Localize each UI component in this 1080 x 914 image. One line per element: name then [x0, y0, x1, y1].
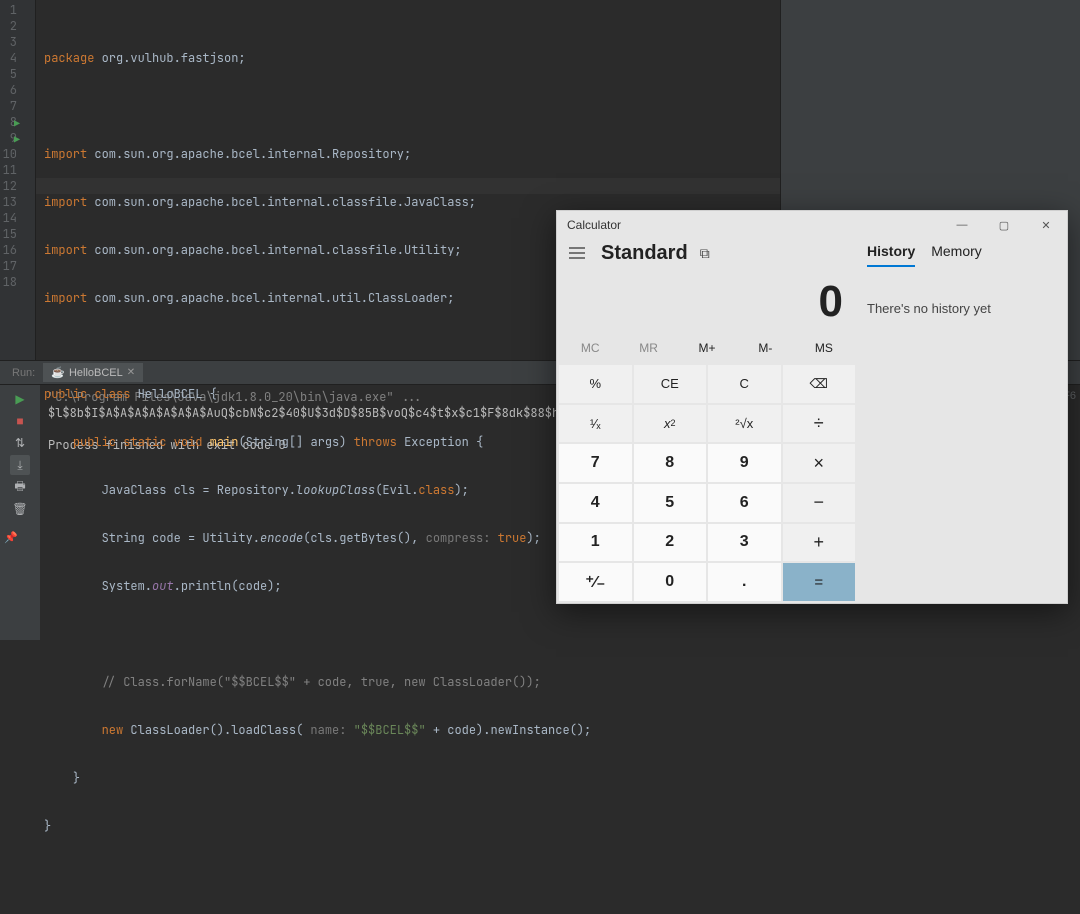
scroll-button[interactable]: ⤓ — [10, 455, 30, 475]
gutter: ▶ ▶ 1 2 3 4 5 6 7 8 9 10 11 12 13 14 15 … — [0, 0, 36, 360]
digit-1[interactable]: 1 — [559, 524, 632, 562]
run-sidebar: ▶ ■ ⇅ ⤓ 🖶 🗑 — [0, 385, 40, 640]
line-number: 6 — [0, 82, 35, 98]
digit-4[interactable]: 4 — [559, 484, 632, 522]
square-button[interactable]: x2 — [634, 405, 707, 443]
digit-9[interactable]: 9 — [708, 444, 781, 482]
pin-icon[interactable]: 📌 — [4, 531, 18, 544]
memory-tab[interactable]: Memory — [931, 243, 982, 267]
run-label: Run: — [4, 367, 43, 379]
line-number: 2 — [0, 18, 35, 34]
line-number: 5 — [0, 66, 35, 82]
keep-on-top-icon[interactable]: ⧉ — [700, 245, 710, 262]
ce-button[interactable]: CE — [634, 365, 707, 403]
run-gutter-icon[interactable]: ▶ — [14, 132, 20, 148]
line-number: 7 — [0, 98, 35, 114]
minimize-button[interactable]: — — [941, 211, 983, 239]
digit-7[interactable]: 7 — [559, 444, 632, 482]
calc-titlebar[interactable]: Calculator — ▢ ✕ — [557, 211, 1067, 239]
negate-button[interactable]: ⁺⁄₋ — [559, 563, 632, 601]
calculator-window: Calculator — ▢ ✕ Standard ⧉ 0 MC MR M+ M… — [556, 210, 1068, 604]
line-number: 11 — [0, 162, 35, 178]
line-number: 13 — [0, 194, 35, 210]
divide-button[interactable]: ÷ — [783, 405, 856, 443]
calc-mode-label: Standard — [601, 242, 688, 265]
line-number: 14 — [0, 210, 35, 226]
mplus-button[interactable]: M+ — [678, 337, 736, 359]
keypad: % CE C ⌫ ¹⁄ₓ x2 ²√x ÷ 7 8 9 × 4 5 6 − 1 … — [557, 365, 857, 603]
history-empty-label: There's no history yet — [867, 271, 1057, 316]
calc-display: 0 — [557, 271, 857, 337]
digit-3[interactable]: 3 — [708, 524, 781, 562]
mr-button[interactable]: MR — [619, 337, 677, 359]
memory-row: MC MR M+ M- MS — [557, 337, 857, 365]
line-number: 12 — [0, 178, 35, 194]
reciprocal-button[interactable]: ¹⁄ₓ — [559, 405, 632, 443]
layout-button[interactable]: ⇅ — [10, 433, 30, 453]
add-button[interactable]: + — [783, 524, 856, 562]
digit-8[interactable]: 8 — [634, 444, 707, 482]
backspace-button[interactable]: ⌫ — [783, 365, 856, 403]
digit-0[interactable]: 0 — [634, 563, 707, 601]
line-number: 17 — [0, 258, 35, 274]
maximize-button[interactable]: ▢ — [983, 211, 1025, 239]
ms-button[interactable]: MS — [795, 337, 853, 359]
digit-2[interactable]: 2 — [634, 524, 707, 562]
decimal-button[interactable]: . — [708, 563, 781, 601]
line-number: 15 — [0, 226, 35, 242]
digit-6[interactable]: 6 — [708, 484, 781, 522]
line-number: 18 — [0, 274, 35, 290]
print-button[interactable]: 🖶 — [10, 477, 30, 497]
line-number: 1 — [0, 2, 35, 18]
line-number: 16 — [0, 242, 35, 258]
line-number: 10 — [0, 146, 35, 162]
multiply-button[interactable]: × — [783, 444, 856, 482]
close-button[interactable]: ✕ — [1025, 211, 1067, 239]
rerun-button[interactable]: ▶ — [10, 389, 30, 409]
digit-5[interactable]: 5 — [634, 484, 707, 522]
line-number: 3 — [0, 34, 35, 50]
line-number: 4 — [0, 50, 35, 66]
calc-title: Calculator — [567, 218, 621, 232]
mc-button[interactable]: MC — [561, 337, 619, 359]
history-tab[interactable]: History — [867, 243, 915, 267]
subtract-button[interactable]: − — [783, 484, 856, 522]
hamburger-icon[interactable] — [565, 241, 589, 265]
run-gutter-icon[interactable]: ▶ — [14, 116, 20, 132]
stop-button[interactable]: ■ — [10, 411, 30, 431]
trash-button[interactable]: 🗑 — [10, 499, 30, 519]
equals-button[interactable]: = — [783, 563, 856, 601]
sqrt-button[interactable]: ²√x — [708, 405, 781, 443]
c-button[interactable]: C — [708, 365, 781, 403]
mminus-button[interactable]: M- — [736, 337, 794, 359]
calc-side-panel: History Memory There's no history yet — [857, 239, 1067, 603]
percent-button[interactable]: % — [559, 365, 632, 403]
